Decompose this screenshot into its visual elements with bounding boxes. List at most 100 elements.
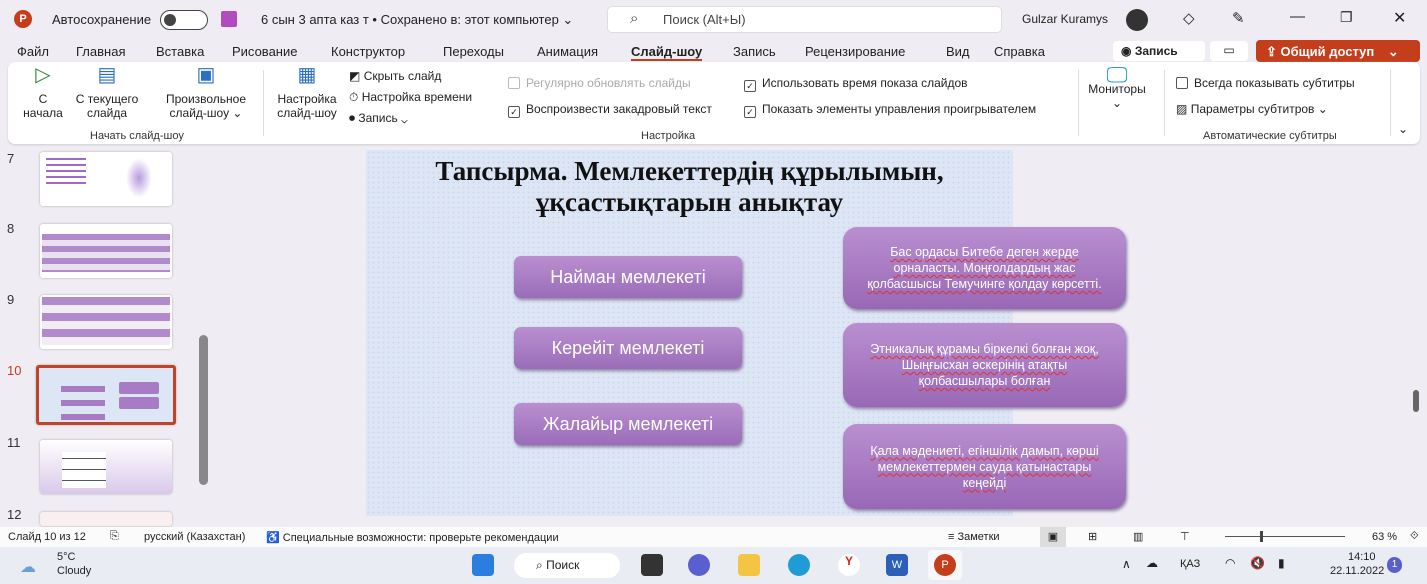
onedrive-icon[interactable]: ☁ [1146, 556, 1158, 570]
collapse-ribbon-icon[interactable]: ⌄ [1398, 122, 1408, 136]
task-view-icon[interactable] [641, 554, 663, 576]
avatar[interactable] [1126, 9, 1148, 31]
always-subtitles-checkbox[interactable]: Всегда показывать субтитры [1176, 76, 1355, 90]
zoom-slider[interactable] [1225, 531, 1345, 542]
thumbnail-scrollbar[interactable] [199, 335, 208, 485]
use-timings-label: Использовать время показа слайдов [762, 76, 968, 90]
slide-counter: Слайд 10 из 12 [8, 531, 86, 543]
autosave-toggle[interactable] [160, 10, 208, 30]
tab-record[interactable]: Запись [733, 44, 776, 59]
document-title[interactable]: 6 сын 3 апта каз т • Сохранено в: этот к… [261, 12, 573, 28]
slideshow-view-icon[interactable]: ⊤ [1180, 530, 1190, 543]
slide-number: 10 [7, 363, 22, 378]
accessibility-status[interactable]: ♿ Специальные возможности: проверьте рек… [266, 531, 559, 544]
minimize-icon[interactable]: — [1290, 8, 1305, 25]
slide-thumbnail-12[interactable] [40, 512, 172, 526]
monitors-button[interactable]: 🖵 Мониторы ⌄ [1084, 64, 1150, 111]
media-controls-checkbox[interactable]: ✓ Показать элементы управления проигрыват… [744, 102, 1036, 118]
slide-scrollbar[interactable] [1410, 150, 1422, 520]
clock-date[interactable]: 22.11.2022 [1330, 565, 1384, 577]
normal-view-icon[interactable]: ▣ [1040, 527, 1066, 547]
temperature[interactable]: 5°C [57, 551, 75, 563]
slide-thumbnail-9[interactable] [40, 295, 172, 349]
comments-button[interactable]: ▭ [1210, 41, 1248, 61]
timing-label: Настройка времени [361, 90, 473, 104]
narration-checkbox[interactable]: ✓ Воспроизвести закадровый текст [508, 102, 712, 118]
custom-show-button[interactable]: ▣ Произвольное слайд-шоу ⌄ [158, 65, 254, 120]
slide-thumbnail-8[interactable] [40, 224, 172, 278]
tab-design[interactable]: Конструктор [331, 44, 405, 59]
tab-review[interactable]: Рецензирование [805, 44, 905, 59]
hide-slide-button[interactable]: ◩ Скрыть слайд [349, 69, 441, 83]
refresh-checkbox[interactable]: Регулярно обновлять слайды [508, 76, 691, 90]
clock-time[interactable]: 14:10 [1348, 551, 1376, 563]
yandex-icon[interactable]: Y [838, 554, 860, 576]
battery-icon[interactable]: ▮ [1278, 556, 1285, 570]
slide-thumbnail-10[interactable] [36, 365, 176, 425]
slide-title: Тапсырма. Мемлекеттердің құрылымын, ұқса… [435, 156, 944, 217]
notification-badge[interactable]: 1 [1387, 557, 1402, 573]
pen-icon[interactable]: ✎ [1232, 9, 1245, 27]
tab-insert[interactable]: Вставка [156, 44, 204, 59]
subtitle-settings-button[interactable]: ▨ Параметры субтитров ⌄ [1176, 102, 1328, 116]
use-timings-checkbox[interactable]: ✓ Использовать время показа слайдов [744, 76, 968, 92]
slide-number: 8 [7, 221, 15, 236]
file-explorer-icon[interactable] [738, 554, 760, 576]
powerpoint-icon: P [934, 554, 956, 576]
spellcheck-icon[interactable]: ⎘ [110, 530, 119, 543]
slide-thumbnail-11[interactable] [40, 440, 172, 494]
teams-icon[interactable] [688, 554, 710, 576]
tab-file[interactable]: Файл [17, 44, 49, 59]
description-text: Этникалық құрамы біркелкі болған жоқ, Шы… [870, 342, 1099, 388]
language-status[interactable]: русский (Казахстан) [144, 531, 245, 543]
zoom-level[interactable]: 63 % [1372, 531, 1397, 543]
description-box[interactable]: Бас ордасы Битебе деген жерде орналасты.… [843, 227, 1126, 309]
state-box-naiman[interactable]: Найман мемлекеті [514, 256, 742, 298]
volume-mute-icon[interactable]: 🔇 [1250, 556, 1265, 570]
from-current-button[interactable]: ▤ С текущего слайда [70, 64, 144, 120]
group-subtitles-label: Автоматические субтитры [1203, 130, 1337, 142]
start-icon[interactable] [472, 554, 494, 576]
rehearse-timing-button[interactable]: ⏱ Настройка времени [349, 90, 472, 105]
state-box-zhalair[interactable]: Жалайыр мемлекеті [514, 403, 742, 445]
reading-view-icon[interactable]: ▥ [1133, 530, 1143, 543]
show-hidden-icons[interactable]: ∧ [1122, 557, 1131, 571]
user-name[interactable]: Gulzar Kuramys [1022, 12, 1108, 26]
record-icon: ⏺ [349, 111, 356, 125]
screen-icon: ▤ [97, 64, 117, 86]
record-button[interactable]: ◉ Запись [1113, 41, 1205, 61]
diamond-icon[interactable]: ◇ [1183, 9, 1195, 27]
narration-label: Воспроизвести закадровый текст [526, 102, 712, 116]
share-button[interactable]: ⇪ Общий доступ ⌄ [1256, 40, 1420, 62]
record-dropdown[interactable]: ⏺ Запись ⌄ [349, 111, 408, 126]
weather-condition[interactable]: Cloudy [57, 565, 91, 577]
search-input[interactable]: Поиск (Alt+Ы) ⌕ [607, 6, 1002, 33]
fit-slide-icon[interactable]: ⟐ [1410, 530, 1419, 543]
tab-animation[interactable]: Анимация [537, 44, 598, 59]
tab-transitions[interactable]: Переходы [443, 44, 504, 59]
save-icon[interactable] [221, 11, 237, 27]
description-box[interactable]: Қала мәдениеті, егіншілік дамып, көрші м… [843, 424, 1126, 509]
close-icon[interactable]: ✕ [1393, 8, 1406, 28]
restore-icon[interactable]: ❐ [1340, 9, 1353, 26]
slide-thumbnail-7[interactable] [40, 152, 172, 206]
keyboard-language[interactable]: ҚАЗ [1180, 558, 1200, 570]
tab-help[interactable]: Справка [994, 44, 1045, 59]
notes-button[interactable]: ≡ Заметки [948, 531, 1000, 543]
share-label: Общий доступ [1280, 44, 1375, 59]
powerpoint-taskbar-button[interactable]: P [928, 550, 962, 580]
tab-home[interactable]: Главная [76, 44, 125, 59]
description-box[interactable]: Этникалық құрамы біркелкі болған жоқ, Шы… [843, 323, 1126, 407]
edge-icon[interactable] [788, 554, 810, 576]
setup-icon: ▦ [297, 64, 317, 86]
from-start-button[interactable]: ▷ С начала [20, 65, 66, 120]
state-box-kereit[interactable]: Керейіт мемлекеті [514, 327, 742, 369]
wifi-icon[interactable]: ◠ [1225, 556, 1235, 570]
taskbar-search[interactable]: ⌕ Поиск [514, 553, 620, 578]
word-icon[interactable]: W [886, 554, 908, 576]
slide-sorter-icon[interactable]: ⊞ [1088, 530, 1097, 543]
tab-slideshow[interactable]: Слайд-шоу [631, 44, 703, 61]
setup-show-button[interactable]: ▦ Настройка слайд-шоу [272, 64, 342, 120]
tab-draw[interactable]: Рисование [232, 44, 297, 59]
tab-view[interactable]: Вид [946, 44, 970, 59]
